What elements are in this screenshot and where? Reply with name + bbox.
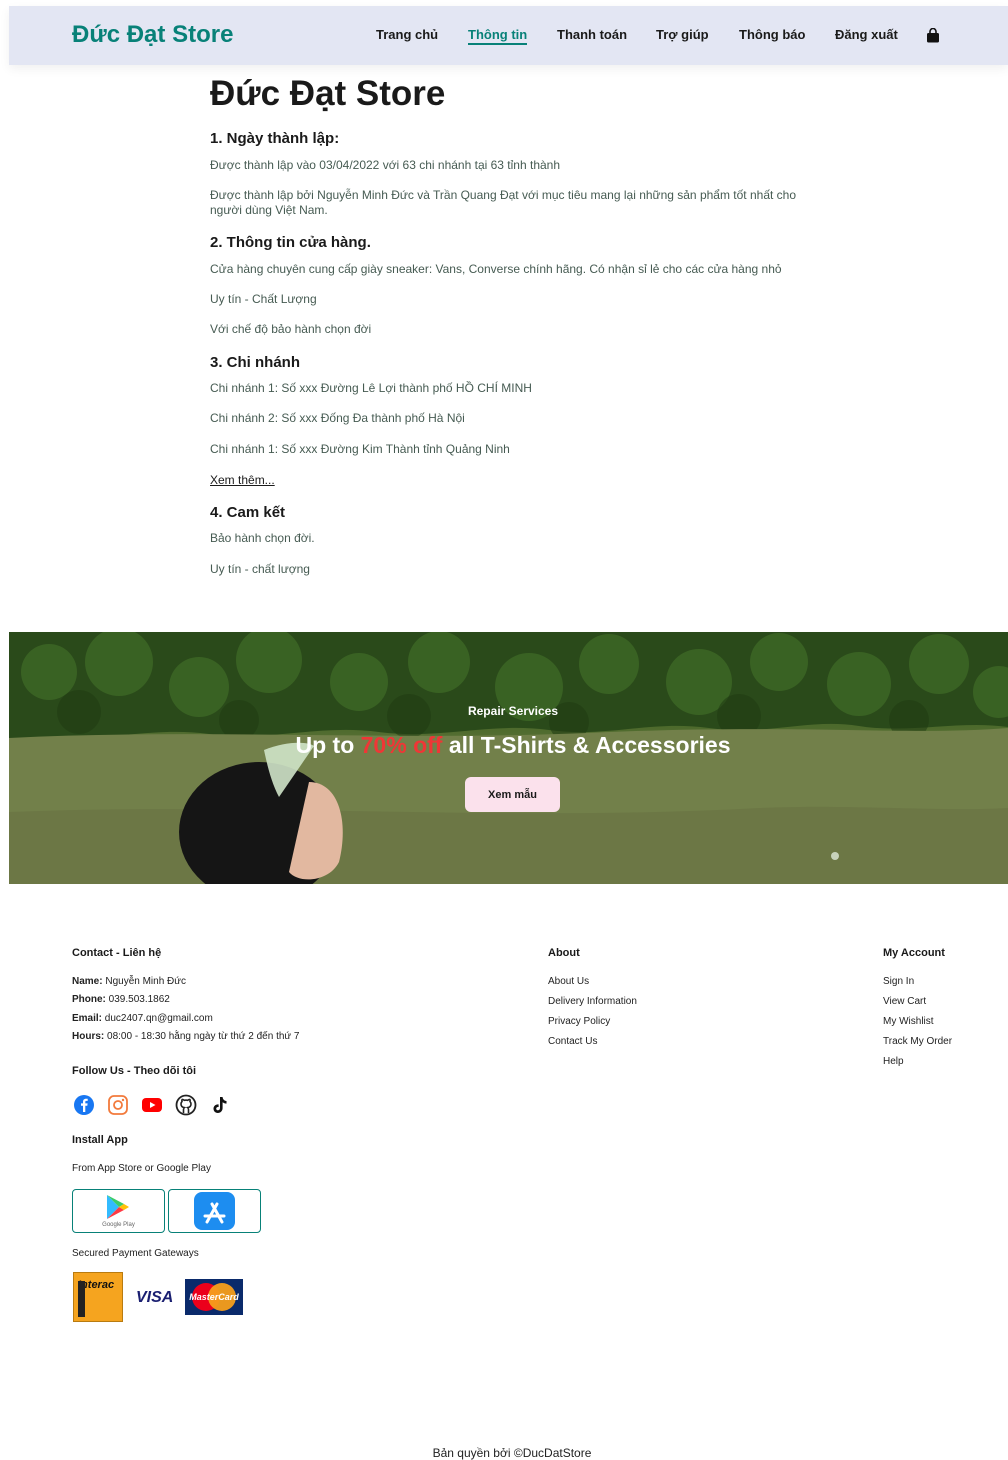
install-app-text: From App Store or Google Play <box>72 1163 211 1174</box>
nav-dang-xuat[interactable]: Đăng xuất <box>835 27 898 42</box>
install-app-heading: Install App <box>72 1134 128 1146</box>
banner-subtitle: Repair Services <box>467 704 559 718</box>
contact-email: Email: duc2407.qn@gmail.com <box>72 1013 213 1024</box>
interac-logo: Interac <box>73 1272 123 1322</box>
nav-thong-tin[interactable]: Thông tin <box>468 27 528 45</box>
contact-name: Name: Nguyễn Minh Đức <box>72 976 186 987</box>
view-samples-button[interactable]: Xem mẫu <box>465 777 560 812</box>
paragraph: Uy tín - chất lượng <box>210 562 310 576</box>
paragraph: Chi nhánh 1: Số xxx Đường Lê Lợi thành p… <box>210 381 532 395</box>
nav-thong-bao[interactable]: Thông báo <box>739 27 805 42</box>
site-header: Đức Đạt Store Trang chủ Thông tin Thanh … <box>9 6 1008 65</box>
banner-headline: Up to 70% off all T-Shirts & Accessories <box>9 732 1008 759</box>
paragraph: Chi nhánh 2: Số xxx Đống Đa thành phố Hà… <box>210 411 465 425</box>
track-my-order-link[interactable]: Track My Order <box>883 1036 952 1047</box>
about-us-link[interactable]: About Us <box>548 976 589 987</box>
google-play-button[interactable]: Google Play <box>72 1189 165 1233</box>
instagram-icon[interactable] <box>107 1094 129 1116</box>
section-heading-branches: 3. Chi nhánh <box>210 354 300 371</box>
facebook-icon[interactable] <box>73 1094 95 1116</box>
privacy-policy-link[interactable]: Privacy Policy <box>548 1016 610 1027</box>
contact-us-link[interactable]: Contact Us <box>548 1036 597 1047</box>
see-more-link[interactable]: Xem thêm... <box>210 473 275 487</box>
shopping-bag-icon[interactable] <box>926 28 940 43</box>
contact-phone: Phone: 039.503.1862 <box>72 994 170 1005</box>
contact-heading: Contact - Liên hệ <box>72 947 162 959</box>
youtube-icon[interactable] <box>141 1094 163 1116</box>
paragraph: Chi nhánh 1: Số xxx Đường Kim Thành tỉnh… <box>210 442 510 456</box>
paragraph: Cửa hàng chuyên cung cấp giày sneaker: V… <box>210 262 782 276</box>
nav-trang-chu[interactable]: Trang chủ <box>376 27 438 42</box>
payment-text: Secured Payment Gateways <box>72 1248 199 1259</box>
mastercard-logo: MasterCard <box>185 1279 243 1315</box>
banner-headline-post: all T-Shirts & Accessories <box>442 732 731 758</box>
banner-headline-pre: Up to <box>295 732 361 758</box>
paragraph: Được thành lập bởi Nguyễn Minh Đức và Tr… <box>210 188 797 217</box>
sign-in-link[interactable]: Sign In <box>883 976 914 987</box>
help-link[interactable]: Help <box>883 1056 904 1067</box>
delivery-information-link[interactable]: Delivery Information <box>548 996 637 1007</box>
section-heading-founding: 1. Ngày thành lập: <box>210 130 340 147</box>
app-store-button[interactable] <box>168 1189 261 1233</box>
tiktok-icon[interactable] <box>209 1094 231 1116</box>
my-wishlist-link[interactable]: My Wishlist <box>883 1016 934 1027</box>
see-more-wrapper: Xem thêm... <box>210 473 830 488</box>
paragraph: Với chế độ bảo hành chọn đời <box>210 322 372 336</box>
paragraph: Được thành lập vào 03/04/2022 với 63 chi… <box>210 158 561 172</box>
paragraph: Uy tín - Chất Lượng <box>210 292 317 306</box>
promo-banner: Repair Services Up to 70% off all T-Shir… <box>9 632 1008 884</box>
page-title: Đức Đạt Store <box>210 74 446 113</box>
github-icon[interactable] <box>175 1094 197 1116</box>
google-play-caption: Google Play <box>102 1222 135 1228</box>
visa-logo: VISA <box>136 1289 174 1306</box>
app-store-icon <box>194 1192 235 1230</box>
main-nav: Trang chủ Thông tin Thanh toán Trợ giúp … <box>9 27 1008 51</box>
contact-hours: Hours: 08:00 - 18:30 hằng ngày từ thứ 2 … <box>72 1031 300 1042</box>
section-heading-commitment: 4. Cam kết <box>210 504 286 521</box>
view-cart-link[interactable]: View Cart <box>883 996 926 1007</box>
section-heading-store-info: 2. Thông tin cửa hàng. <box>210 234 371 251</box>
follow-heading: Follow Us - Theo dõi tôi <box>72 1065 197 1077</box>
banner-discount: 70% off <box>360 732 443 758</box>
nav-thanh-toan[interactable]: Thanh toán <box>557 27 627 42</box>
nav-tro-giup[interactable]: Trợ giúp <box>656 27 709 42</box>
about-heading: About <box>548 947 580 959</box>
paragraph: Bảo hành chọn đời. <box>210 531 315 545</box>
my-account-heading: My Account <box>883 947 945 959</box>
